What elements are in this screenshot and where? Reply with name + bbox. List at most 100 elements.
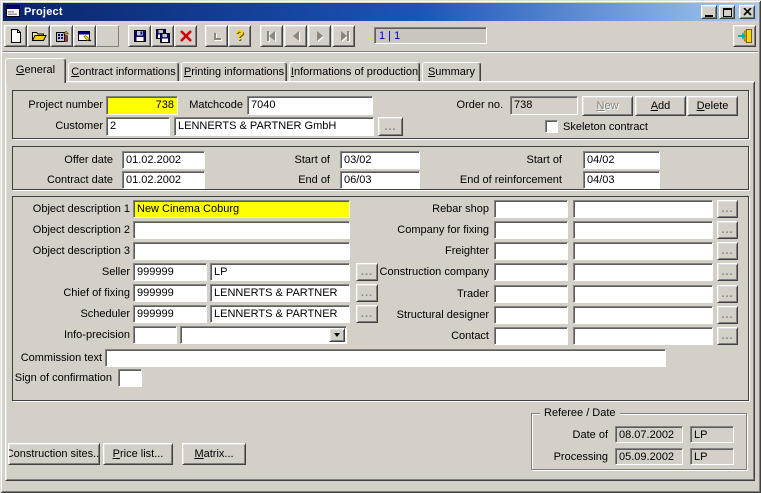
customer-name-field[interactable]: LENNERTS & PARTNER GmbH xyxy=(174,117,374,136)
tab-general[interactable]: General xyxy=(5,58,66,83)
end-of-label: End of xyxy=(250,174,330,186)
maximize-button[interactable] xyxy=(719,5,735,19)
save-button[interactable] xyxy=(128,25,151,47)
maximize-icon xyxy=(723,8,732,17)
seller-label: Seller xyxy=(8,266,130,278)
tab-printing-informations[interactable]: Printing informations xyxy=(181,62,287,81)
delete-button[interactable]: Delete xyxy=(687,96,738,116)
edit-form-button[interactable] xyxy=(73,25,96,47)
new-record-button[interactable] xyxy=(4,25,27,47)
titlebar: Project xyxy=(3,3,758,21)
exit-button[interactable] xyxy=(733,25,756,47)
contact-name-field[interactable] xyxy=(573,327,713,345)
blank-toolbar-button xyxy=(96,25,119,47)
new-button: New xyxy=(582,96,633,116)
info-precision-combobox[interactable] xyxy=(180,326,347,344)
trader-code-field[interactable] xyxy=(494,285,568,303)
date-of-sign-field: LP xyxy=(690,426,734,443)
trader-browse-button[interactable]: ... xyxy=(717,285,738,303)
contract-date-field[interactable]: 01.02.2002 xyxy=(122,171,205,189)
construction-company-code-field[interactable] xyxy=(494,263,568,281)
start-of-field-1[interactable]: 03/02 xyxy=(340,151,420,169)
contact-browse-button[interactable]: ... xyxy=(717,327,738,345)
project-window: Project ? xyxy=(0,0,761,493)
minimize-button[interactable] xyxy=(701,5,717,19)
chevron-down-icon xyxy=(334,333,340,337)
chief-of-fixing-name-field[interactable]: LENNERTS & PARTNER xyxy=(210,284,350,302)
record-counter: 1 | 1 xyxy=(374,27,487,44)
open-button[interactable] xyxy=(27,25,50,47)
nav-next-button xyxy=(308,25,331,47)
trader-label: Trader xyxy=(360,288,489,300)
offer-date-field[interactable]: 01.02.2002 xyxy=(122,151,205,169)
construction-company-name-field[interactable] xyxy=(573,263,713,281)
nav-last-button xyxy=(332,25,355,47)
construction-company-browse-button[interactable]: ... xyxy=(717,263,738,281)
company-for-fixing-label: Company for fixing xyxy=(360,224,489,236)
start-of-field-2[interactable]: 04/02 xyxy=(583,151,660,169)
commission-text-field[interactable] xyxy=(105,349,666,367)
rebar-shop-label: Rebar shop xyxy=(360,203,489,215)
close-button[interactable] xyxy=(739,5,755,19)
object-description-2-field[interactable] xyxy=(133,221,350,239)
minimize-icon xyxy=(705,15,713,17)
seller-code-field[interactable]: 999999 xyxy=(133,263,207,281)
rebar-shop-code-field[interactable] xyxy=(494,200,568,218)
seller-name-field[interactable]: LP xyxy=(210,263,350,281)
add-button[interactable]: Add xyxy=(635,96,686,116)
nav-prev-button xyxy=(284,25,307,47)
chief-of-fixing-code-field[interactable]: 999999 xyxy=(133,284,207,302)
freighter-name-field[interactable] xyxy=(573,242,713,260)
company-for-fixing-browse-button[interactable]: ... xyxy=(717,221,738,239)
delete-icon xyxy=(178,28,194,44)
structural-designer-code-field[interactable] xyxy=(494,306,568,324)
info-precision-dropdown-button[interactable] xyxy=(329,328,345,342)
referee-date-title: Referee / Date xyxy=(540,407,620,419)
price-list-button[interactable]: Price list... xyxy=(103,443,173,465)
structural-designer-browse-button[interactable]: ... xyxy=(717,306,738,324)
construction-sites-button[interactable]: Construction sites... xyxy=(8,443,100,465)
nav-first-button xyxy=(260,25,283,47)
date-of-label: Date of xyxy=(540,429,608,441)
object-description-3-field[interactable] xyxy=(133,242,350,260)
rebar-shop-browse-button[interactable]: ... xyxy=(717,200,738,218)
tab-summary[interactable]: Summary xyxy=(422,62,481,81)
end-of-field[interactable]: 06/03 xyxy=(340,171,420,189)
start-of-label-1: Start of xyxy=(250,154,330,166)
order-no-field: 738 xyxy=(510,96,578,115)
info-precision-code-field[interactable] xyxy=(133,326,177,344)
scheduler-code-field[interactable]: 999999 xyxy=(133,305,207,323)
matrix-button[interactable]: Matrix... xyxy=(182,443,246,465)
sign-of-confirmation-label: Sign of confirmation xyxy=(8,372,112,384)
tab-informations-of-production[interactable]: Informations of production xyxy=(289,62,420,81)
customer-code-field[interactable]: 2 xyxy=(106,117,170,136)
company-for-fixing-name-field[interactable] xyxy=(573,221,713,239)
sign-of-confirmation-field[interactable] xyxy=(118,369,142,387)
matchcode-label: Matchcode xyxy=(160,99,243,111)
customer-browse-button[interactable]: ... xyxy=(378,117,403,136)
company-for-fixing-code-field[interactable] xyxy=(494,221,568,239)
undo-icon xyxy=(209,28,225,44)
help-button[interactable]: ? xyxy=(228,25,251,47)
structural-designer-name-field[interactable] xyxy=(573,306,713,324)
nav-first-icon xyxy=(264,28,280,44)
date-of-field: 08.07.2002 xyxy=(615,426,683,443)
save-icon xyxy=(132,28,148,44)
end-of-reinforcement-field[interactable]: 04/03 xyxy=(583,171,660,189)
contact-code-field[interactable] xyxy=(494,327,568,345)
trader-name-field[interactable] xyxy=(573,285,713,303)
structural-designer-label: Structural designer xyxy=(360,309,489,321)
scheduler-name-field[interactable]: LENNERTS & PARTNER xyxy=(210,305,350,323)
object-description-1-field[interactable]: New Cinema Coburg xyxy=(133,200,350,218)
tab-contract-informations[interactable]: Contract informations xyxy=(68,62,179,81)
rebar-shop-name-field[interactable] xyxy=(573,200,713,218)
freighter-browse-button[interactable]: ... xyxy=(717,242,738,260)
toolbar-separator xyxy=(3,51,758,53)
skeleton-contract-checkbox[interactable] xyxy=(545,120,558,133)
freighter-code-field[interactable] xyxy=(494,242,568,260)
matchcode-field[interactable]: 7040 xyxy=(247,96,373,115)
save-all-button[interactable] xyxy=(151,25,174,47)
customer-lookup-button[interactable] xyxy=(50,25,73,47)
delete-record-button[interactable] xyxy=(174,25,197,47)
end-of-reinforcement-label: End of reinforcement xyxy=(440,174,562,186)
